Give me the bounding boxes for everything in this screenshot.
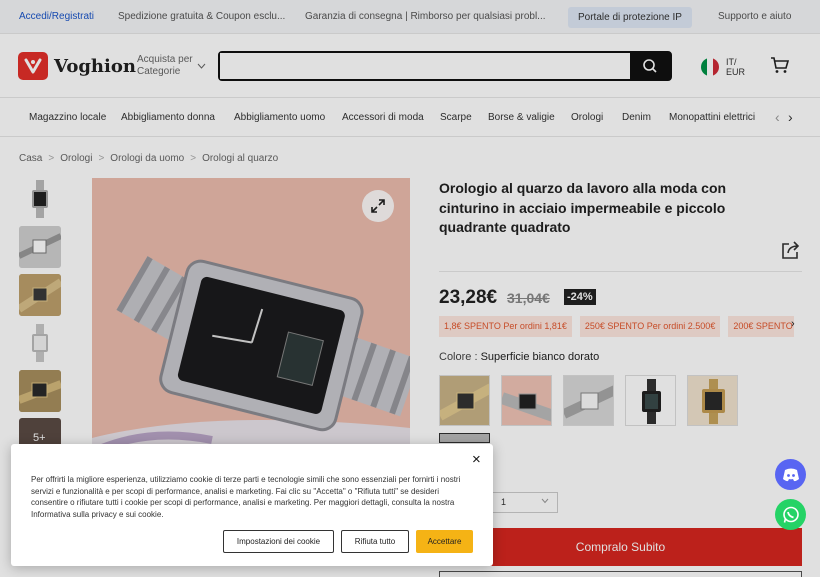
cookie-text: Per offrirti la migliore esperienza, uti… xyxy=(31,475,461,519)
current-price: 23,28€ xyxy=(439,287,498,308)
buy-now-button[interactable]: Compralo Subito xyxy=(439,528,802,566)
language-currency-selector[interactable]: IT/ EUR xyxy=(701,57,745,77)
thumbnail-2[interactable] xyxy=(19,226,61,268)
share-icon xyxy=(782,241,800,259)
search-bar xyxy=(218,51,672,81)
coupon-item[interactable]: 250€ SPENTO Per ordini 2.500€ xyxy=(579,316,721,337)
coupon-next-arrow-icon[interactable]: › xyxy=(791,318,795,330)
nav-item-denim[interactable]: Denim xyxy=(622,112,651,123)
nav-item-women-clothing[interactable]: Abbigliamento donna xyxy=(121,112,215,123)
discord-icon xyxy=(782,468,799,481)
thumbnail-3[interactable] xyxy=(19,274,61,316)
nav-item-shoes[interactable]: Scarpe xyxy=(440,112,472,123)
zoom-button[interactable] xyxy=(362,190,394,222)
nav-item-local-warehouse[interactable]: Magazzino locale xyxy=(29,112,106,123)
nav-next-arrow-icon[interactable]: › xyxy=(788,109,793,125)
buy-now-label: Compralo Subito xyxy=(575,540,666,554)
categories-label-2: Categorie xyxy=(137,66,181,77)
support-link[interactable]: Supporto e aiuto xyxy=(718,11,791,22)
main-product-image[interactable] xyxy=(92,178,410,478)
color-swatch[interactable] xyxy=(501,375,552,426)
logo[interactable]: Voghion xyxy=(18,52,136,80)
cookie-consent-dialog: × Per offrirti la migliore esperienza, u… xyxy=(11,444,493,566)
selected-color: Superficie bianco dorato xyxy=(480,351,600,363)
color-swatch[interactable] xyxy=(625,375,676,426)
chevron-down-icon xyxy=(197,60,206,72)
breadcrumb-separator-icon: > xyxy=(98,153,105,164)
nav-item-scooters[interactable]: Monopattini elettrici xyxy=(669,112,755,123)
breadcrumb-watches[interactable]: Orologi xyxy=(60,153,92,164)
search-icon xyxy=(643,59,657,73)
guarantee-link[interactable]: Garanzia di consegna | Rimborso per qual… xyxy=(305,11,546,22)
nav-item-watches[interactable]: Orologi xyxy=(571,112,603,123)
breadcrumb-separator-icon: > xyxy=(190,153,197,164)
nav-prev-arrow-icon[interactable]: ‹ xyxy=(775,109,780,125)
header: Voghion Acquista per Categorie IT/ EUR xyxy=(0,34,820,98)
breadcrumb: Casa > Orologi > Orologi da uomo > Orologi al … xyxy=(19,153,278,164)
color-swatch-selected[interactable] xyxy=(439,433,490,443)
thumbnail-1[interactable] xyxy=(19,178,61,220)
coupon-item[interactable]: 1,8€ SPENTO Per ordini 1,81€ xyxy=(439,316,572,337)
share-button[interactable] xyxy=(781,241,801,265)
breadcrumb-home[interactable]: Casa xyxy=(19,153,42,164)
cart-button[interactable] xyxy=(770,56,790,79)
thumbnail-strip: 5+ xyxy=(19,178,61,466)
breadcrumb-men-watches[interactable]: Orologi da uomo xyxy=(110,153,184,164)
accept-button[interactable]: Accettare xyxy=(416,530,473,553)
original-price: 31,04€ xyxy=(507,290,550,306)
color-swatch[interactable] xyxy=(687,375,738,426)
expand-icon xyxy=(371,199,385,213)
whatsapp-icon xyxy=(782,506,799,523)
cookie-settings-button[interactable]: Impostazioni dei cookie xyxy=(223,530,334,553)
logo-text: Voghion xyxy=(54,55,136,77)
nav-item-men-clothing[interactable]: Abbigliamento uomo xyxy=(234,112,325,123)
discord-button[interactable] xyxy=(775,459,806,490)
color-label: Colore : xyxy=(439,351,481,363)
search-button[interactable] xyxy=(630,53,670,79)
categories-menu[interactable]: Acquista per Categorie xyxy=(137,54,206,78)
chevron-down-icon xyxy=(541,496,549,506)
breadcrumb-quartz-watches[interactable]: Orologi al quarzo xyxy=(202,153,278,164)
cart-icon xyxy=(771,57,790,73)
nav-item-fashion-accessories[interactable]: Accessori di moda xyxy=(342,112,424,123)
categories-label-1: Acquista per xyxy=(137,54,193,65)
thumbnail-5[interactable] xyxy=(19,370,61,412)
color-selector-label: Colore : Superficie bianco dorato xyxy=(439,351,599,363)
breadcrumb-separator-icon: > xyxy=(48,153,55,164)
quantity-value: 1 xyxy=(501,497,507,507)
coupon-item[interactable]: 200€ SPENTO xyxy=(728,316,794,337)
category-nav: Magazzino locale Abbigliamento donna Abb… xyxy=(0,98,820,137)
shipping-promo-link[interactable]: Spedizione gratuita & Coupon esclu... xyxy=(118,11,285,22)
top-bar: Accedi/Registrati Spedizione gratuita & … xyxy=(0,0,820,34)
quantity-selector[interactable]: 1 xyxy=(490,492,558,513)
color-swatch[interactable] xyxy=(563,375,614,426)
currency-label: EUR xyxy=(726,67,746,77)
reject-all-button[interactable]: Rifiuta tutto xyxy=(341,530,409,553)
nav-item-bags[interactable]: Borse & valigie xyxy=(488,112,555,123)
product-title: Orologio al quarzo da lavoro alla moda c… xyxy=(439,180,727,235)
divider xyxy=(439,271,802,272)
whatsapp-button[interactable] xyxy=(775,499,806,530)
thumbnail-4[interactable] xyxy=(19,322,61,364)
search-input[interactable] xyxy=(220,53,630,79)
voghion-logo-icon xyxy=(18,52,48,80)
more-thumbnails-label: 5+ xyxy=(33,432,46,444)
add-to-cart-button[interactable] xyxy=(439,571,802,577)
discount-badge: -24% xyxy=(564,289,596,305)
color-swatch[interactable] xyxy=(439,375,490,426)
language-label: IT/ xyxy=(726,57,737,67)
coupon-list: 1,8€ SPENTO Per ordini 1,81€ 250€ SPENTO … xyxy=(439,316,794,337)
login-link[interactable]: Accedi/Registrati xyxy=(19,11,94,22)
close-icon[interactable]: × xyxy=(472,451,481,468)
ip-portal-button[interactable]: Portale di protezione IP xyxy=(568,7,692,28)
italy-flag-icon xyxy=(701,58,719,76)
